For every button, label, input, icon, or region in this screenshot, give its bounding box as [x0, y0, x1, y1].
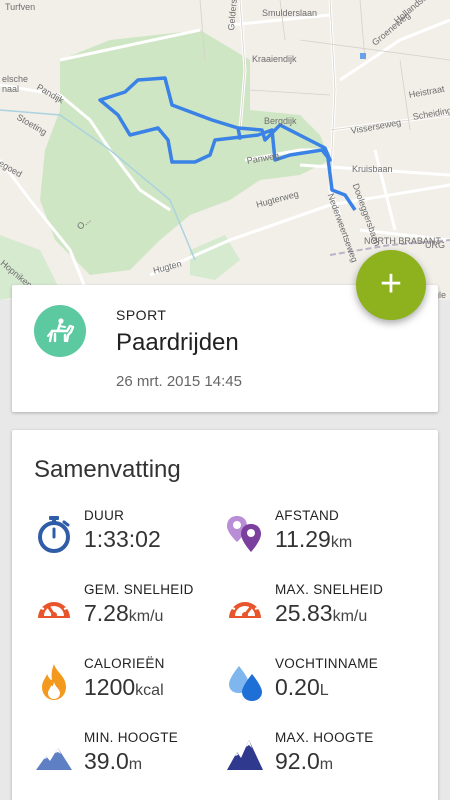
stat-max-speed: MAX. SNELHEID 25.83km/u [225, 582, 425, 642]
map-label: naal [2, 84, 20, 94]
stat-label: VOCHTINNAME [275, 656, 379, 671]
horse-riding-icon [34, 305, 86, 357]
map-label: Turfven [5, 2, 36, 12]
stat-min-altitude: MIN. HOOGTE 39.0m [34, 730, 234, 790]
stat-label: MAX. SNELHEID [275, 582, 384, 597]
stat-label: MIN. HOOGTE [84, 730, 179, 745]
stat-max-altitude: MAX. HOOGTE 92.0m [225, 730, 425, 790]
add-button[interactable]: + [356, 250, 426, 320]
stat-label: GEM. SNELHEID [84, 582, 194, 597]
stopwatch-icon [34, 514, 74, 554]
stat-label: MAX. HOOGTE [275, 730, 374, 745]
stat-value: 25.83km/u [275, 600, 368, 626]
sport-name: Paardrijden [116, 329, 239, 356]
summary-title: Samenvatting [34, 456, 181, 483]
map-label: elsche [2, 74, 29, 84]
stat-avg-speed: GEM. SNELHEID 7.28km/u [34, 582, 234, 642]
stat-label: DUUR [84, 508, 125, 523]
sport-date: 26 mrt. 2015 14:45 [116, 373, 242, 390]
summary-card: Samenvatting DUUR 1:33:02 AFSTAND 11.29k… [12, 430, 438, 800]
stat-label: AFSTAND [275, 508, 340, 523]
stat-value: 11.29km [275, 526, 353, 552]
speedometer-max-icon [225, 588, 265, 628]
map-label: URG [425, 240, 445, 250]
map-label: Smulderslaan [262, 8, 318, 18]
stat-value: 0.20L [275, 674, 329, 700]
map-label: Kraaiendijk [252, 54, 297, 64]
stat-hydration: VOCHTINNAME 0.20L [225, 656, 425, 716]
map-label: Bergdijk [264, 116, 297, 126]
stat-value: 1200kcal [84, 674, 164, 700]
mountain-high-icon [225, 736, 265, 776]
stat-distance: AFSTAND 11.29km [225, 508, 425, 568]
stat-value: 39.0m [84, 748, 143, 774]
plus-icon: + [379, 262, 403, 305]
flame-icon [34, 662, 74, 702]
mountain-low-icon [34, 736, 74, 776]
stat-value: 1:33:02 [84, 526, 161, 552]
stat-value: 92.0m [275, 748, 334, 774]
stat-label: CALORIEËN [84, 656, 165, 671]
stat-calories: CALORIEËN 1200kcal [34, 656, 234, 716]
speedometer-icon [34, 588, 74, 628]
water-drops-icon [225, 662, 265, 702]
stat-duration: DUUR 1:33:02 [34, 508, 234, 568]
sport-caption: SPORT [116, 307, 167, 323]
stat-value: 7.28km/u [84, 600, 164, 626]
map-pins-icon [225, 514, 265, 554]
map-label: Kruisbaan [352, 164, 393, 174]
